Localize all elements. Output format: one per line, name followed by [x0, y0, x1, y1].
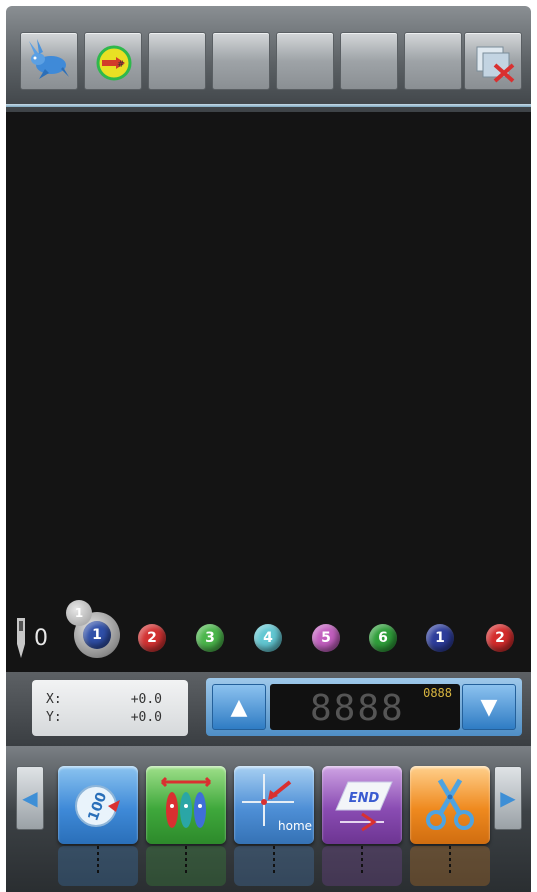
rabbit-icon [29, 39, 69, 79]
home-icon: home [242, 774, 312, 833]
tick-mark [449, 846, 451, 874]
set-100-icon: 100 [75, 785, 120, 827]
counter-main-value: 8888 [310, 688, 405, 729]
scroll-right-button[interactable]: ▶ [494, 766, 522, 830]
stitch-counter: ▲ 8888 0888 ▼ [206, 678, 522, 736]
needle-select-icon [160, 776, 212, 828]
chevron-right-icon: ▶ [500, 786, 516, 810]
trim-button[interactable] [410, 766, 490, 844]
tick-mark [97, 846, 99, 874]
down-arrow-icon: ▼ [480, 694, 498, 720]
speed-icon: # [96, 45, 132, 81]
up-arrow-icon: ▲ [230, 694, 248, 720]
tick-mark [185, 846, 187, 874]
color-needle-7[interactable]: 1 [426, 624, 454, 652]
needle-icon [17, 618, 25, 658]
coordinate-readout: X: +0.0 Y: +0.0 [32, 680, 188, 736]
color-needle-6[interactable]: 6 [369, 624, 397, 652]
chevron-left-icon: ◀ [22, 786, 38, 810]
needle-select-button[interactable] [146, 766, 226, 844]
end-button[interactable]: END [322, 766, 402, 844]
top-toolbar: # [6, 6, 531, 112]
toolbar-empty-slot [340, 32, 398, 90]
color-needle-1[interactable]: 1 [83, 621, 111, 649]
toolbar-empty-slot [212, 32, 270, 90]
y-value: +0.0 [130, 710, 162, 725]
speed-adjust-button[interactable]: # [84, 32, 142, 90]
color-needle-5[interactable]: 5 [312, 624, 340, 652]
toolbar-empty-slot [276, 32, 334, 90]
toolbar-divider [6, 104, 531, 107]
counter-display: 8888 0888 [270, 684, 460, 730]
home-button[interactable]: home [234, 766, 314, 844]
set-100-button[interactable]: 100 [58, 766, 138, 844]
speed-rabbit-button[interactable] [20, 32, 78, 90]
counter-up-button[interactable]: ▲ [212, 684, 266, 730]
pattern-canvas[interactable] [6, 112, 531, 672]
svg-text:#: # [117, 60, 125, 70]
y-coordinate: Y: +0.0 [46, 710, 176, 728]
color-needle-4[interactable]: 4 [254, 624, 282, 652]
end-icon: END [335, 781, 393, 832]
status-bar: X: +0.0 Y: +0.0 ▲ 8888 0888 ▼ [6, 672, 531, 746]
home-text: home [278, 819, 312, 833]
y-label: Y: [46, 710, 62, 725]
x-coordinate: X: +0.0 [46, 692, 176, 710]
tick-mark [273, 846, 275, 874]
x-value: +0.0 [130, 692, 162, 707]
function-bar: ◀ 100 home END ▶ [6, 746, 531, 892]
close-pattern-icon [476, 46, 515, 83]
x-label: X: [46, 692, 62, 707]
color-needle-8[interactable]: 2 [486, 624, 514, 652]
tick-mark [361, 846, 363, 874]
end-text: END [349, 791, 380, 806]
toolbar-empty-slot [148, 32, 206, 90]
toolbar-empty-slot [404, 32, 462, 90]
color-needle-3[interactable]: 3 [196, 624, 224, 652]
counter-down-button[interactable]: ▼ [462, 684, 516, 730]
current-needle-badge: 1 [66, 600, 92, 626]
needle-count: 0 [34, 626, 48, 651]
close-pattern-button[interactable] [464, 32, 522, 90]
trim-scissors-icon [426, 778, 474, 830]
counter-small-value: 0888 [423, 686, 452, 700]
scroll-left-button[interactable]: ◀ [16, 766, 44, 830]
color-needle-2[interactable]: 2 [138, 624, 166, 652]
